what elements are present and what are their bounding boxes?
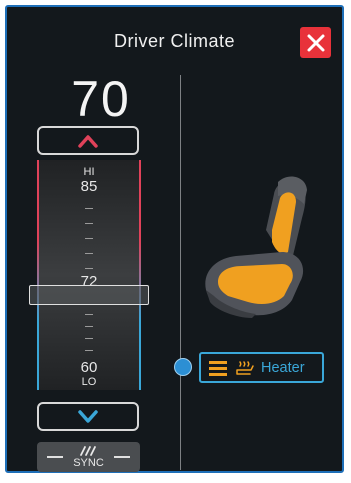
sync-label: SYNC bbox=[73, 457, 104, 469]
temperature-down-button[interactable] bbox=[37, 402, 139, 431]
scale-lo-label: LO bbox=[81, 376, 97, 388]
fan-icon bbox=[80, 446, 96, 456]
chevron-down-icon bbox=[78, 409, 98, 423]
temperature-up-button[interactable] bbox=[37, 126, 139, 155]
close-icon bbox=[307, 34, 324, 51]
scale-tick bbox=[85, 238, 93, 239]
temperature-readout: 70 bbox=[71, 71, 131, 127]
scale-tick bbox=[85, 314, 93, 315]
scale-hi-label: HI bbox=[83, 166, 95, 178]
seat-heater-button[interactable]: Heater bbox=[199, 352, 324, 383]
sync-button[interactable]: SYNC bbox=[37, 442, 140, 472]
scale-tick bbox=[85, 208, 93, 209]
scale-tick bbox=[85, 338, 93, 339]
heater-connector-dot bbox=[174, 358, 192, 376]
page-title: Driver Climate bbox=[113, 31, 235, 51]
scale-tick bbox=[85, 350, 93, 351]
heat-level-icon bbox=[209, 360, 227, 376]
scale-top-value: 85 bbox=[80, 178, 98, 195]
temperature-scale[interactable]: HI 85 72 60 LO bbox=[37, 160, 141, 390]
close-button[interactable] bbox=[300, 27, 331, 58]
scale-tick bbox=[85, 253, 93, 254]
scale-tick bbox=[85, 223, 93, 224]
scale-bottom-value: 60 bbox=[80, 359, 98, 376]
car-seat-icon bbox=[205, 176, 307, 318]
chevron-up-icon bbox=[78, 134, 98, 148]
divider bbox=[180, 75, 181, 470]
scale-tick bbox=[85, 326, 93, 327]
temperature-selector-handle[interactable] bbox=[29, 285, 149, 305]
heater-label: Heater bbox=[261, 359, 305, 376]
scale-tick bbox=[85, 268, 93, 269]
seat-heat-icon bbox=[236, 360, 254, 375]
